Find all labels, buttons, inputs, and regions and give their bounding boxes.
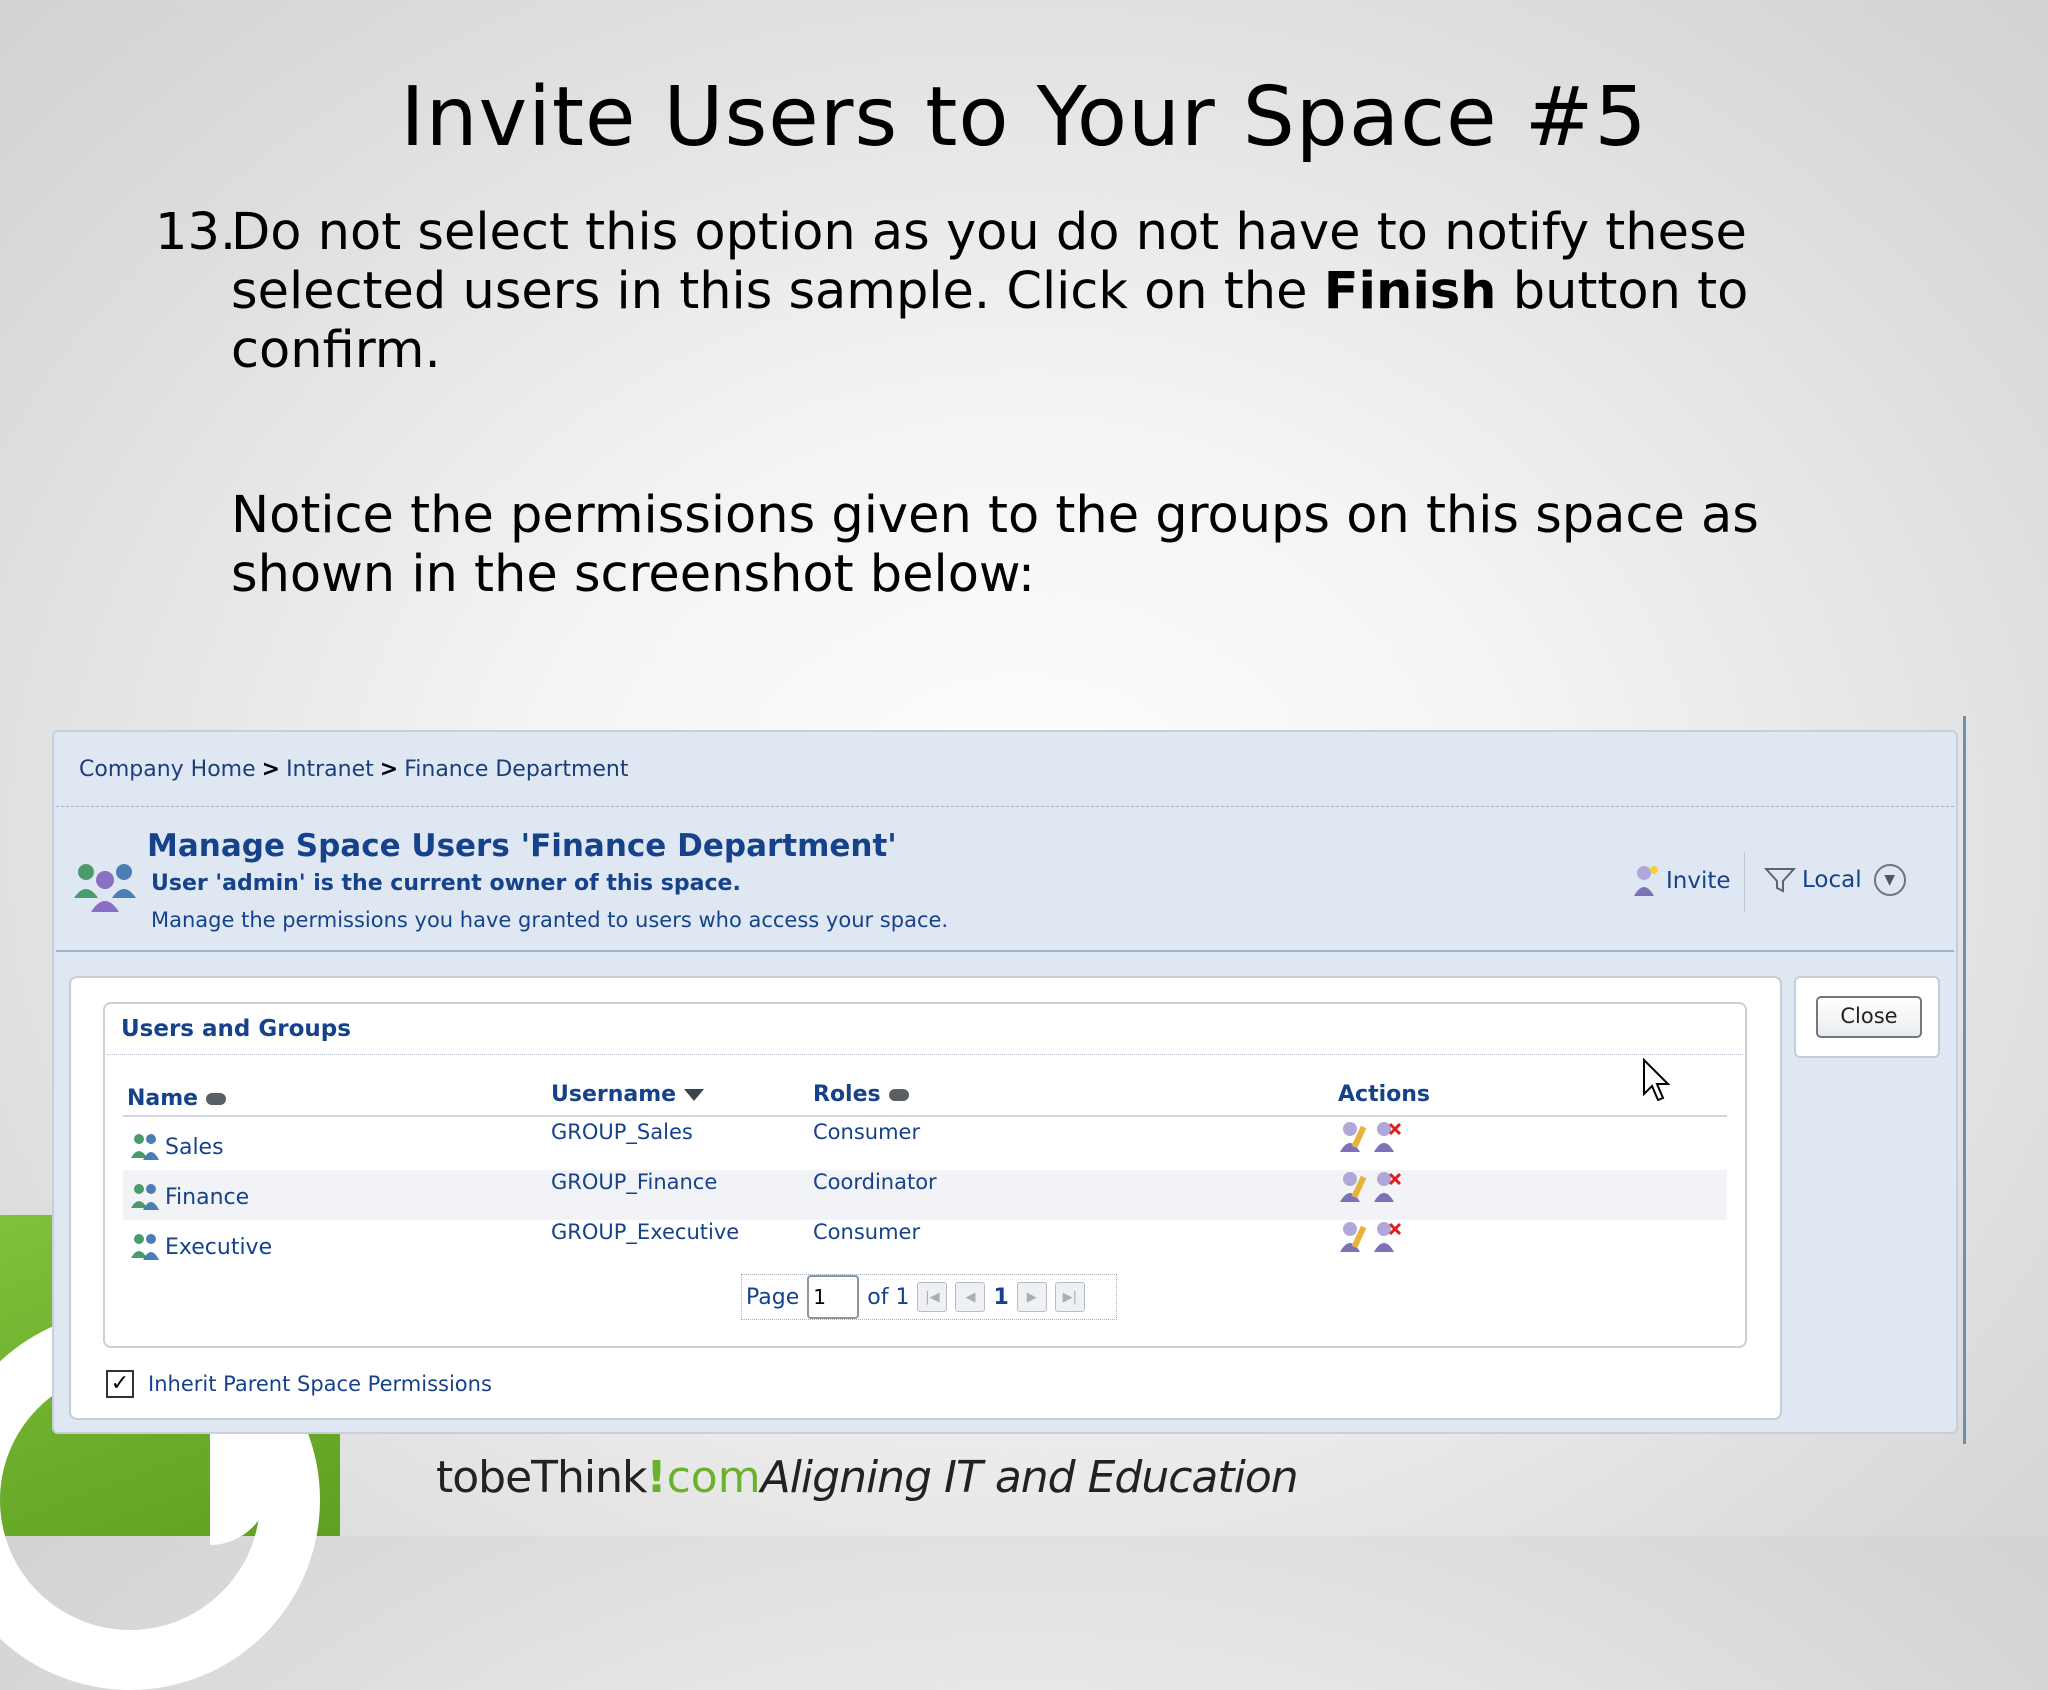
- page-of-label: of 1: [867, 1284, 910, 1310]
- inherit-permissions-checkbox[interactable]: ✓: [106, 1370, 134, 1398]
- edit-user-icon[interactable]: [1338, 1120, 1368, 1154]
- row-role: Coordinator: [813, 1170, 937, 1194]
- row-actions: [1338, 1120, 1402, 1154]
- inherit-permissions-label: Inherit Parent Space Permissions: [148, 1372, 492, 1396]
- table-row: Finance GROUP_Finance Coordinator: [123, 1170, 1727, 1220]
- next-page-icon[interactable]: ▶: [1016, 1282, 1047, 1312]
- invite-button[interactable]: Invite: [1632, 864, 1731, 898]
- step-number: 13.: [155, 203, 237, 262]
- chevron-down-icon[interactable]: ▼: [1873, 864, 1906, 896]
- local-label: Local: [1802, 867, 1862, 893]
- row-name: Finance: [131, 1182, 249, 1212]
- current-page: 1: [993, 1284, 1009, 1310]
- table-row: Executive GROUP_Executive Consumer: [123, 1220, 1727, 1270]
- invite-label: Invite: [1666, 868, 1731, 894]
- group-icon: [131, 1234, 159, 1260]
- row-actions: [1338, 1170, 1402, 1204]
- table-row: Sales GROUP_Sales Consumer: [123, 1120, 1727, 1170]
- edit-user-icon[interactable]: [1338, 1220, 1368, 1254]
- step-text: Do not select this option as you do not …: [231, 203, 1749, 380]
- row-role: Consumer: [813, 1120, 921, 1144]
- window-edge: [1963, 716, 1966, 1444]
- footer-brand: tobeThink!comAligning IT and Education: [436, 1452, 1299, 1503]
- column-name-header[interactable]: Name: [127, 1086, 227, 1111]
- close-button[interactable]: Close: [1816, 996, 1922, 1038]
- filter-icon: [1764, 868, 1796, 893]
- app-window: Company Home > Intranet > Finance Department…: [52, 730, 1958, 1434]
- slide-title: Invite Users to Your Space #5: [400, 70, 1648, 165]
- manage-users-icon: [74, 864, 136, 912]
- users-and-groups-box: Users and Groups Name Username Roles Act…: [103, 1002, 1747, 1348]
- owner-line: User 'admin' is the current owner of thi…: [151, 871, 741, 896]
- footer-brand-name: tobeThink: [436, 1452, 648, 1503]
- column-roles-header[interactable]: Roles: [813, 1082, 909, 1107]
- column-username-header[interactable]: Username: [551, 1082, 705, 1107]
- row-role: Consumer: [813, 1220, 921, 1244]
- row-actions: [1338, 1220, 1402, 1254]
- footer-com: com: [666, 1452, 761, 1503]
- row-name: Sales: [131, 1132, 224, 1162]
- column-actions-header: Actions: [1338, 1082, 1430, 1107]
- sort-icon: [888, 1088, 909, 1101]
- finish-keyword: Finish: [1323, 262, 1497, 321]
- manage-description: Manage the permissions you have granted …: [151, 908, 949, 932]
- row-name: Executive: [131, 1232, 272, 1262]
- page-label: Page: [746, 1284, 800, 1310]
- pagination: Page of 1 |◀ ◀ 1 ▶ ▶|: [741, 1274, 1117, 1320]
- mouse-cursor-icon: [1643, 1058, 1671, 1102]
- first-page-icon[interactable]: |◀: [917, 1282, 948, 1312]
- remove-user-icon[interactable]: [1372, 1120, 1402, 1154]
- inherit-permissions-option: ✓ Inherit Parent Space Permissions: [106, 1370, 492, 1398]
- panel-title: Users and Groups: [121, 1016, 351, 1042]
- notice-text: Notice the permissions given to the grou…: [231, 486, 1759, 604]
- sort-desc-icon: [684, 1088, 705, 1101]
- step-instruction: 13. Do not select this option as you do …: [155, 203, 1855, 380]
- local-filter-button[interactable]: Local ▼: [1764, 864, 1906, 896]
- sort-icon: [206, 1092, 227, 1105]
- prev-page-icon[interactable]: ◀: [955, 1282, 986, 1312]
- close-panel: Close: [1794, 976, 1940, 1058]
- row-username: GROUP_Executive: [551, 1220, 740, 1244]
- breadcrumb: Company Home > Intranet > Finance Department: [79, 757, 629, 782]
- last-page-icon[interactable]: ▶|: [1054, 1282, 1085, 1312]
- breadcrumb-intranet[interactable]: Intranet: [286, 757, 374, 782]
- breadcrumb-company-home[interactable]: Company Home: [79, 757, 256, 782]
- invite-user-icon: [1634, 866, 1658, 896]
- group-icon: [131, 1184, 159, 1210]
- row-username: GROUP_Finance: [551, 1170, 718, 1194]
- footer-tagline: Aligning IT and Education: [760, 1452, 1299, 1503]
- row-username: GROUP_Sales: [551, 1120, 693, 1144]
- breadcrumb-finance-department[interactable]: Finance Department: [404, 757, 628, 782]
- page-number-input[interactable]: [807, 1275, 860, 1319]
- remove-user-icon[interactable]: [1372, 1170, 1402, 1204]
- edit-user-icon[interactable]: [1338, 1170, 1368, 1204]
- manage-space-title: Manage Space Users 'Finance Department': [147, 828, 897, 864]
- remove-user-icon[interactable]: [1372, 1220, 1402, 1254]
- footer-bang: !: [646, 1452, 667, 1503]
- users-panel: Users and Groups Name Username Roles Act…: [69, 976, 1782, 1420]
- group-icon: [131, 1134, 159, 1160]
